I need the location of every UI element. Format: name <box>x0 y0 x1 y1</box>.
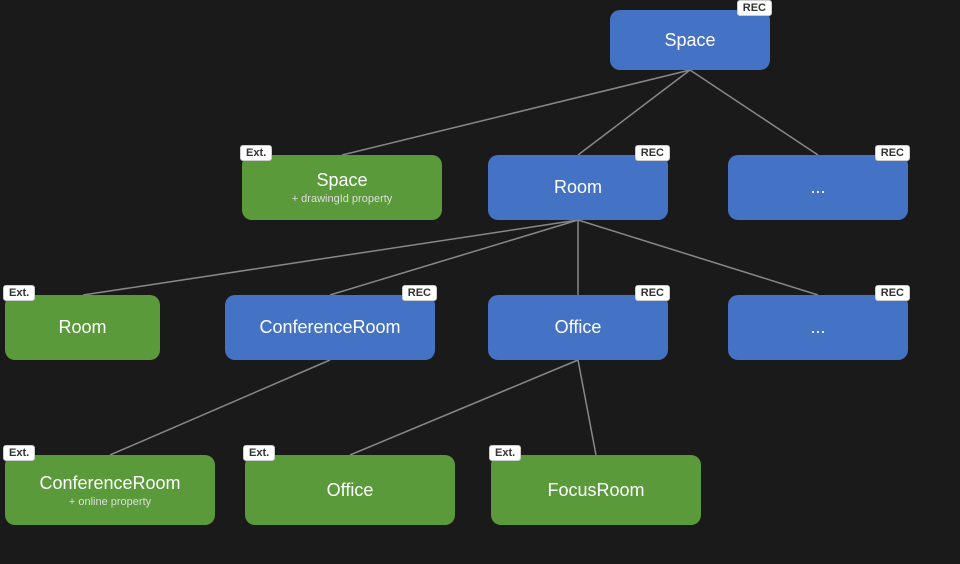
badge-ext-office: Ext. <box>243 445 275 461</box>
badge-rec-confroom: REC <box>402 285 437 301</box>
node-office-ext: Ext. Office <box>245 455 455 525</box>
badge-ext-space: Ext. <box>240 145 272 161</box>
node-space-ext-sublabel: + drawingId property <box>292 193 393 205</box>
node-dots2: REC ... <box>728 295 908 360</box>
node-room-rec-label: Room <box>554 177 602 198</box>
node-confroom-rec-label: ConferenceRoom <box>259 317 400 338</box>
badge-rec-office: REC <box>635 285 670 301</box>
badge-ext-confroom: Ext. <box>3 445 35 461</box>
node-focusroom-ext: Ext. FocusRoom <box>491 455 701 525</box>
badge-rec-space: REC <box>737 0 772 16</box>
node-office-rec-label: Office <box>555 317 602 338</box>
node-room-ext-label: Room <box>58 317 106 338</box>
node-dots1: REC ... <box>728 155 908 220</box>
node-room-ext: Ext. Room <box>5 295 160 360</box>
node-office-rec: REC Office <box>488 295 668 360</box>
node-room-rec: REC Room <box>488 155 668 220</box>
badge-rec-room: REC <box>635 145 670 161</box>
node-focusroom-ext-label: FocusRoom <box>547 480 644 501</box>
node-confroom-rec: REC ConferenceRoom <box>225 295 435 360</box>
badge-ext-room: Ext. <box>3 285 35 301</box>
node-space-ext: Ext. Space + drawingId property <box>242 155 442 220</box>
badge-ext-focusroom: Ext. <box>489 445 521 461</box>
node-confroom-ext: Ext. ConferenceRoom + online property <box>5 455 215 525</box>
node-space-rec-label: Space <box>664 30 715 51</box>
badge-rec-dots1: REC <box>875 145 910 161</box>
badge-rec-dots2: REC <box>875 285 910 301</box>
node-dots1-label: ... <box>810 177 825 198</box>
node-space-ext-label: Space <box>316 170 367 191</box>
node-confroom-ext-sublabel: + online property <box>69 496 151 508</box>
node-space-rec: REC Space <box>610 10 770 70</box>
node-office-ext-label: Office <box>327 480 374 501</box>
node-confroom-ext-label: ConferenceRoom <box>39 473 180 494</box>
node-dots2-label: ... <box>810 317 825 338</box>
